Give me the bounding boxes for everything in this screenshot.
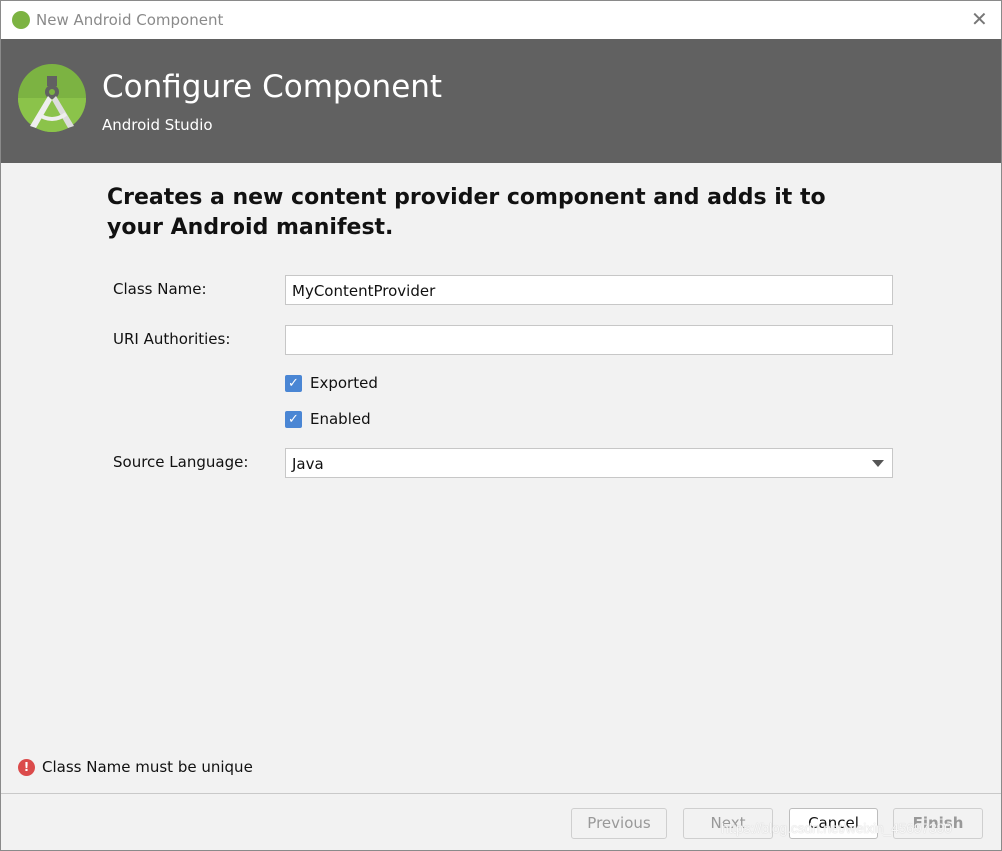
watermark: https://blog.csdn.net/weixin_45697390 [721,820,952,836]
source-language-label: Source Language: [113,453,249,471]
footer-divider [1,793,1001,794]
uri-authorities-input[interactable] [285,325,893,355]
previous-button[interactable]: Previous [571,808,667,839]
chevron-down-icon [872,460,884,467]
exported-checkbox[interactable]: ✓ Exported [285,374,378,392]
class-name-label: Class Name: [113,280,207,298]
error-message: ! Class Name must be unique [18,758,253,776]
source-language-select[interactable]: Java [285,448,893,478]
error-icon: ! [18,758,35,776]
android-studio-logo [18,64,86,132]
android-studio-icon [12,11,30,29]
page-subtitle: Android Studio [102,116,213,134]
checkmark-icon: ✓ [285,374,302,392]
description: Creates a new content provider component… [107,185,826,240]
enabled-checkbox[interactable]: ✓ Enabled [285,410,371,428]
header-banner: Configure Component Android Studio [1,39,1001,163]
source-language-value: Java [292,455,324,473]
page-title: Configure Component [102,69,443,105]
exported-label: Exported [310,374,378,392]
title-bar: New Android Component ✕ [1,1,1001,39]
class-name-input[interactable]: MyContentProvider [285,275,893,305]
checkmark-icon: ✓ [285,410,302,428]
close-icon[interactable]: ✕ [971,7,988,31]
window-title: New Android Component [36,11,224,29]
error-text: Class Name must be unique [42,758,253,776]
enabled-label: Enabled [310,410,371,428]
uri-authorities-label: URI Authorities: [113,330,231,348]
